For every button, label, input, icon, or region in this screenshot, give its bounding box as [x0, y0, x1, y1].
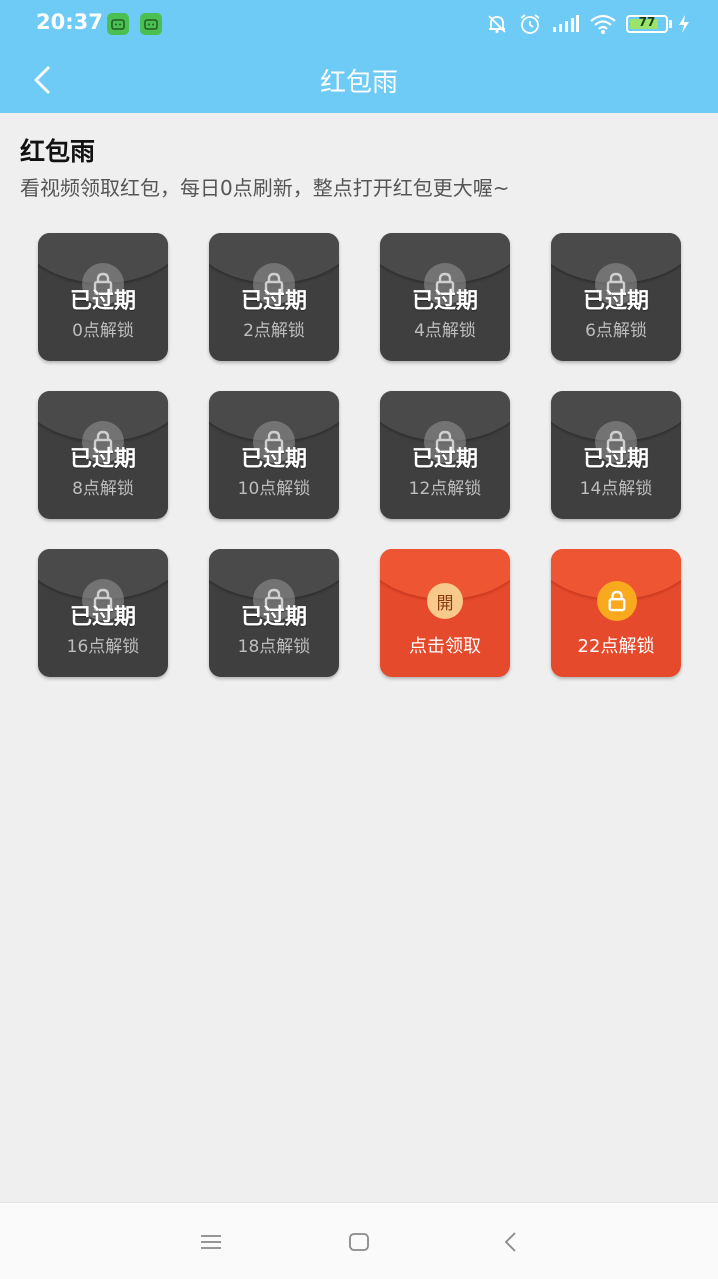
top-app-bar: 20:37 77 红包雨: [0, 0, 718, 113]
red-packet-card[interactable]: 已过期 8点解锁: [38, 391, 168, 519]
battery-icon: 77: [626, 10, 672, 38]
card-unlock-time: 2点解锁: [243, 321, 305, 341]
battery-level: 77: [638, 15, 656, 29]
card-state: 已过期: [411, 289, 478, 314]
claim-red-packet-card[interactable]: 開 点击领取: [380, 549, 510, 677]
section-subtitle: 看视频领取红包，每日0点刷新，整点打开红包更大喔~: [20, 176, 510, 200]
red-packet-card[interactable]: 已过期 0点解锁: [38, 233, 168, 361]
card-state: 已过期: [240, 605, 307, 630]
system-navigation-bar: [0, 1202, 718, 1279]
charging-icon: [678, 10, 690, 38]
red-packet-card[interactable]: 22点解锁: [551, 549, 681, 677]
home-square-icon: [349, 1233, 369, 1251]
back-chevron-icon: [504, 1232, 516, 1252]
red-packet-card[interactable]: 已过期 16点解锁: [38, 549, 168, 677]
lock-icon: [597, 581, 637, 621]
open-badge-icon: 開: [427, 583, 463, 619]
card-state: 已过期: [69, 605, 136, 630]
card-unlock-time: 10点解锁: [237, 479, 311, 499]
mute-bell-icon: [486, 10, 508, 38]
status-bar: 20:37 77: [0, 0, 718, 48]
card-unlock-time: 22点解锁: [577, 636, 655, 657]
card-state: 已过期: [582, 447, 649, 472]
red-packet-card[interactable]: 已过期 6点解锁: [551, 233, 681, 361]
alarm-icon: [518, 10, 542, 38]
signal-icon: [552, 10, 580, 38]
navigation-bar: 红包雨: [0, 48, 718, 113]
card-state: 已过期: [582, 289, 649, 314]
page-title: 红包雨: [319, 68, 398, 98]
app-notification-icon: [140, 13, 162, 35]
card-unlock-time: 0点解锁: [72, 321, 134, 341]
red-packet-card[interactable]: 已过期 2点解锁: [209, 233, 339, 361]
card-unlock-time: 14点解锁: [579, 479, 653, 499]
card-unlock-time: 8点解锁: [72, 479, 134, 499]
card-state: 已过期: [411, 447, 478, 472]
card-state: 已过期: [69, 447, 136, 472]
claim-label: 点击领取: [409, 636, 481, 657]
menu-button[interactable]: [194, 1225, 228, 1259]
card-unlock-time: 6点解锁: [585, 321, 647, 341]
card-state: 已过期: [69, 289, 136, 314]
menu-icon: [201, 1235, 221, 1249]
red-packet-card[interactable]: 已过期 4点解锁: [380, 233, 510, 361]
card-state: 已过期: [240, 289, 307, 314]
section-title: 红包雨: [20, 137, 96, 166]
system-back-button[interactable]: [494, 1225, 528, 1259]
app-notification-icon: [107, 13, 129, 35]
red-packet-card[interactable]: 已过期 10点解锁: [209, 391, 339, 519]
red-packet-card[interactable]: 已过期 12点解锁: [380, 391, 510, 519]
card-state: 已过期: [240, 447, 307, 472]
card-unlock-time: 4点解锁: [414, 321, 476, 341]
card-unlock-time: 16点解锁: [66, 637, 140, 657]
home-button[interactable]: [342, 1225, 376, 1259]
red-packet-card[interactable]: 已过期 18点解锁: [209, 549, 339, 677]
card-unlock-time: 12点解锁: [408, 479, 482, 499]
wifi-icon: [589, 10, 617, 38]
card-unlock-time: 18点解锁: [237, 637, 311, 657]
red-packet-card[interactable]: 已过期 14点解锁: [551, 391, 681, 519]
status-time: 20:37: [36, 10, 103, 34]
